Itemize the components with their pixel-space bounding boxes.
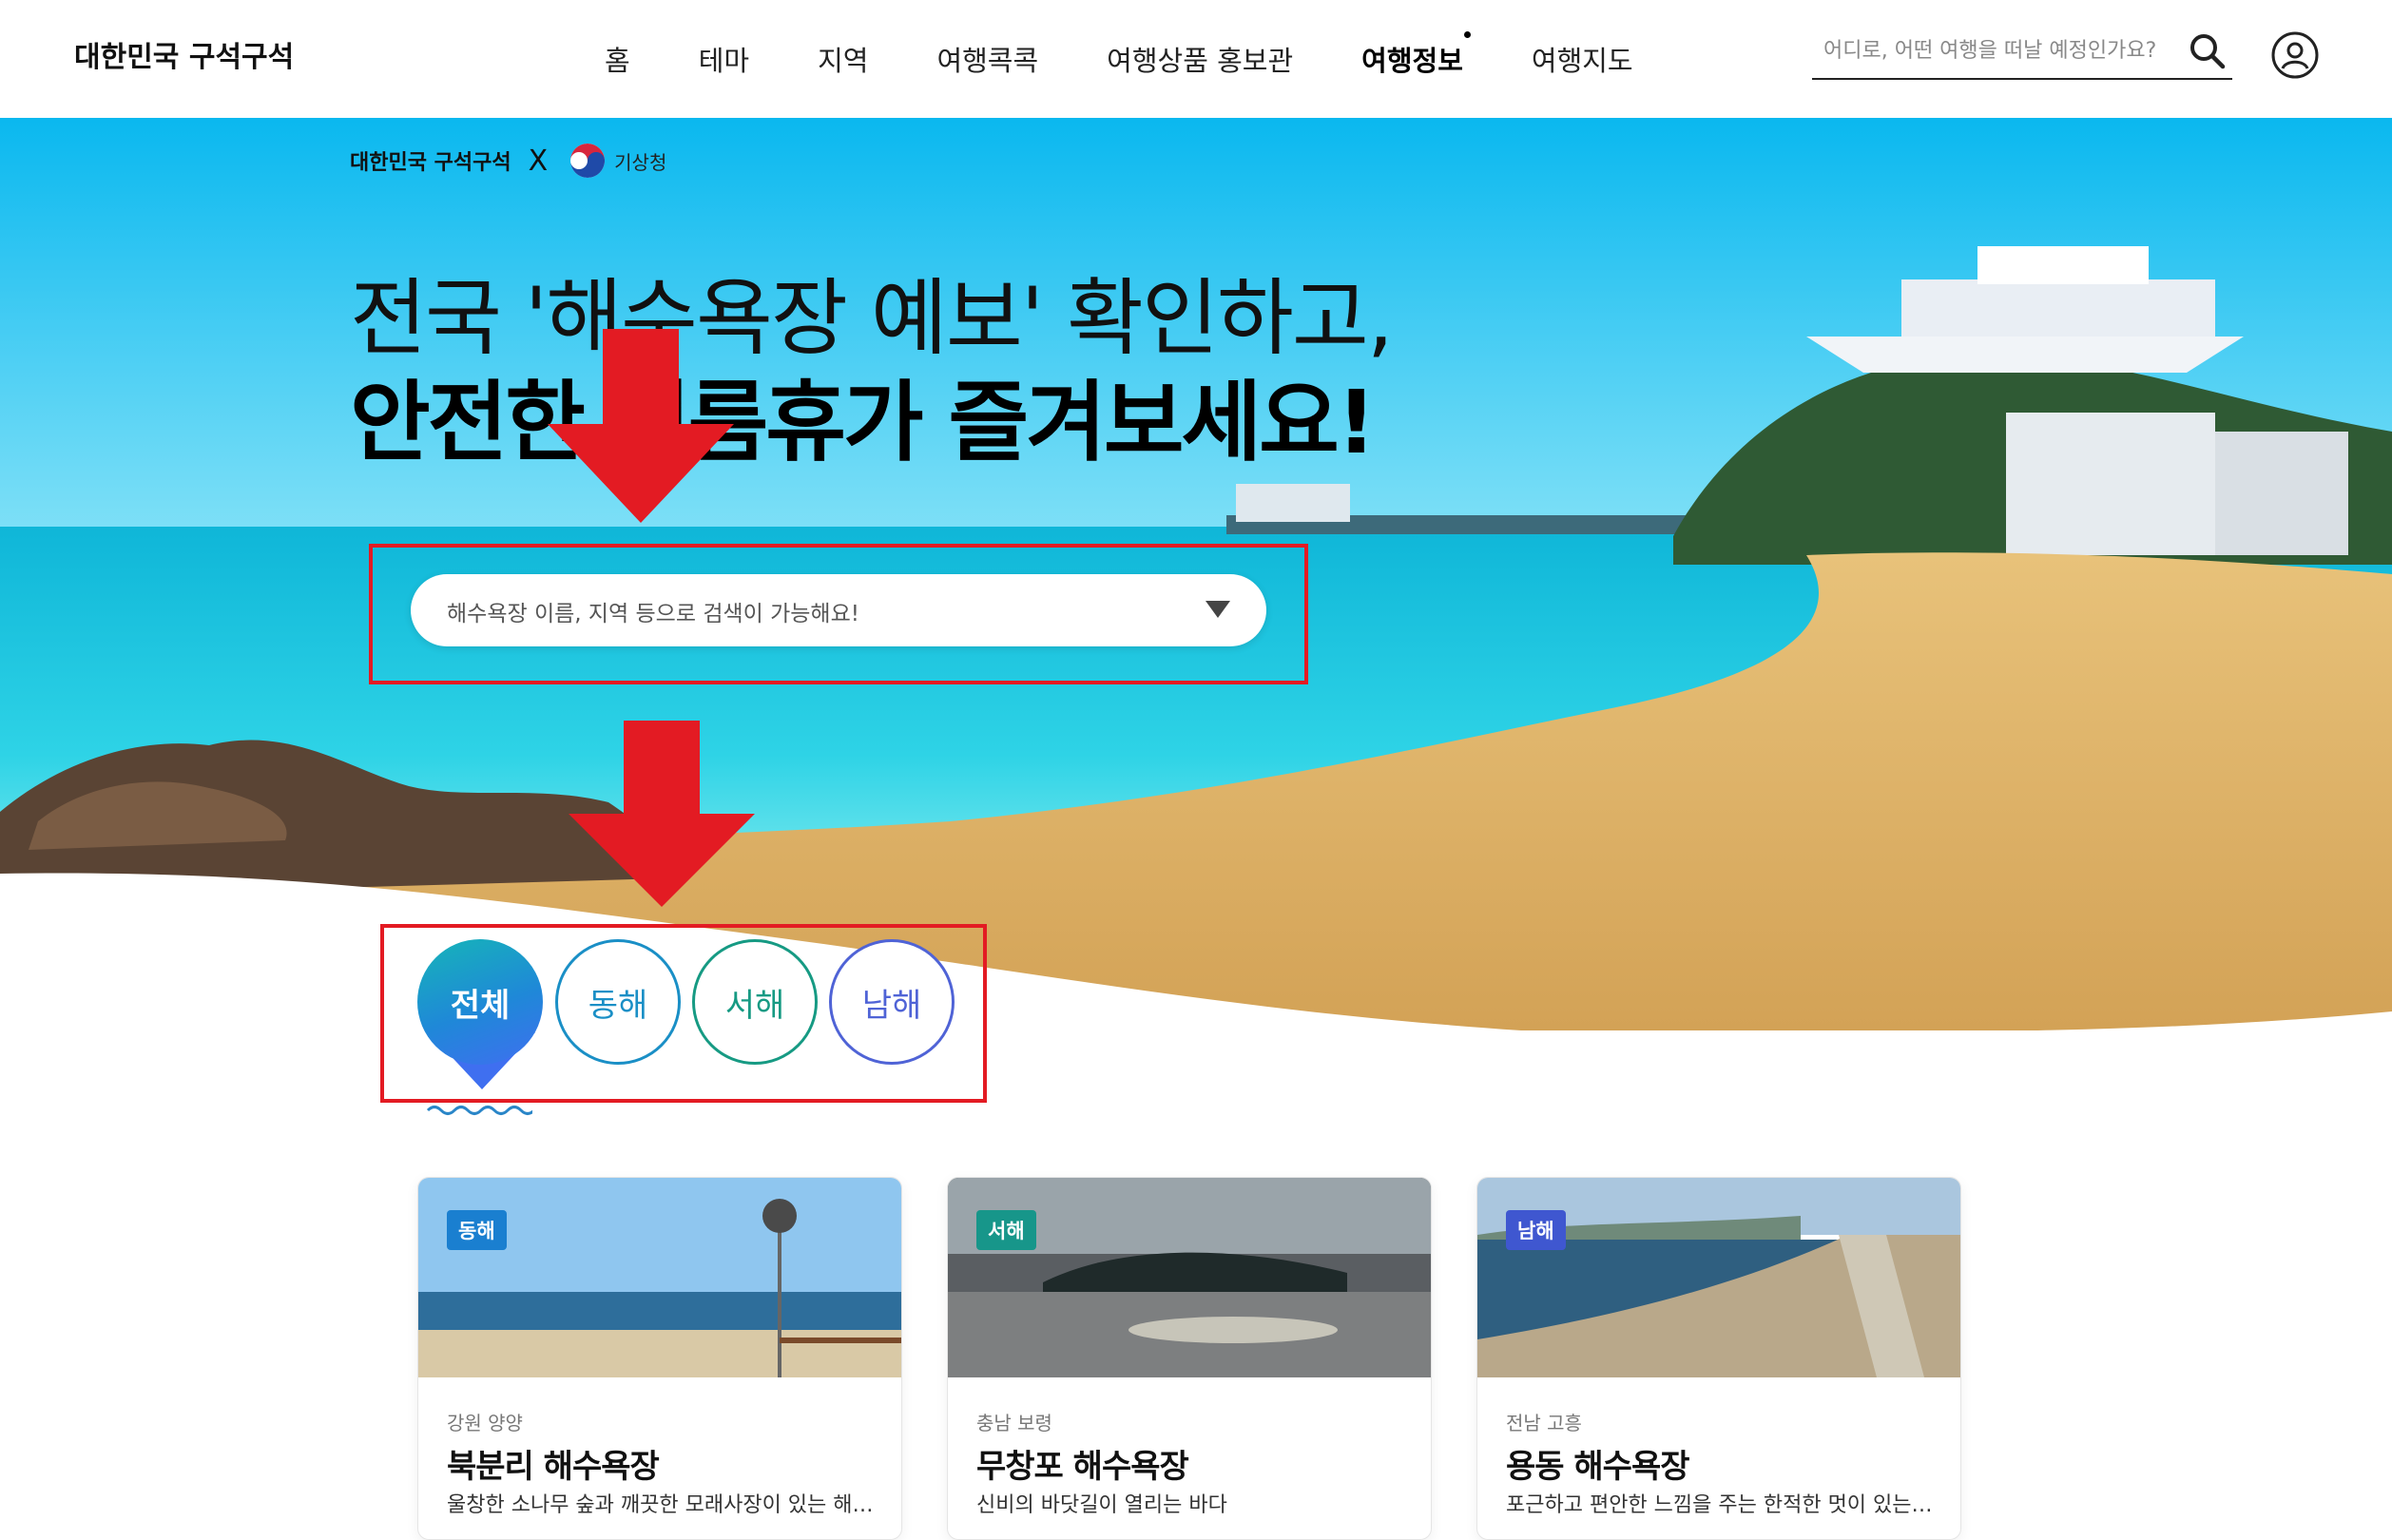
collab-partner-name: 기상청: [614, 150, 667, 174]
card-region: 충남 보령: [976, 1412, 1052, 1434]
nav-item-region[interactable]: 지역: [783, 39, 902, 79]
filter-chip-south-sea[interactable]: 남해: [829, 939, 955, 1065]
annotation-arrow-down-icon: [569, 721, 755, 907]
card-title: 용동 해수욕장: [1506, 1448, 1690, 1486]
annotation-arrow-down-icon: [548, 329, 734, 523]
filter-chip-east-sea[interactable]: 동해: [555, 939, 681, 1065]
kma-emblem-icon: [570, 144, 606, 178]
collab-separator: X: [528, 144, 549, 178]
collab-brand-logo: 대한민국 구석구석: [350, 151, 511, 175]
logo-text: 대한민국 구석구석: [74, 41, 294, 74]
card-badge: 남해: [1506, 1210, 1566, 1250]
nav-item-theme[interactable]: 테마: [665, 39, 783, 79]
logo-mark-icon: 대한민국 구석구석: [74, 41, 294, 74]
nav-item-travel-pick[interactable]: 여행콕콕: [902, 39, 1072, 79]
filter-chip-west-sea[interactable]: 서해: [692, 939, 818, 1065]
site-logo[interactable]: 대한민국 구석구석: [74, 29, 376, 86]
nav-item-travel-map[interactable]: 여행지도: [1497, 39, 1668, 79]
collaboration-logos: 대한민국 구석구석 X 기상청: [350, 139, 666, 183]
beach-card[interactable]: 동해 강원 양양 북분리 해수욕장 울창한 소나무 숲과 깨끗한 모래사장이 있…: [417, 1177, 902, 1540]
user-icon[interactable]: [2270, 30, 2320, 80]
beach-card[interactable]: 서해 충남 보령 무창포 해수욕장 신비의 바닷길이 열리는 바다: [947, 1177, 1432, 1540]
beach-photo-east: [418, 1178, 901, 1377]
card-description: 포근하고 편안한 느낌을 주는 한적한 멋이 있는 해수욕장: [1506, 1493, 1934, 1517]
selected-wave-underline-icon: [426, 1106, 532, 1115]
beach-photo-south: [1477, 1178, 1960, 1377]
beach-photo-west: [948, 1178, 1431, 1377]
header-search: [1812, 25, 2232, 80]
card-description: 울창한 소나무 숲과 깨끗한 모래사장이 있는 해수욕장: [447, 1493, 875, 1517]
filter-chip-all[interactable]: 전체: [417, 939, 543, 1065]
beach-search-placeholder: 해수욕장 이름, 지역 등으로 검색이 가능해요!: [447, 602, 859, 626]
card-badge: 서해: [976, 1210, 1036, 1250]
search-icon[interactable]: [2187, 30, 2228, 72]
nav-item-home[interactable]: 홈: [570, 39, 665, 79]
hero-headline-line2: 안전한 여름휴가 즐겨보세요!: [350, 372, 1377, 473]
card-title: 무창포 해수욕장: [976, 1448, 1189, 1486]
site-header: 대한민국 구석구석 홈 테마 지역 여행콕콕 여행상품 홍보관 여행정보 여행지…: [0, 0, 2392, 118]
main-nav: 홈 테마 지역 여행콕콕 여행상품 홍보관 여행정보 여행지도: [570, 0, 1668, 118]
beach-card[interactable]: 남해 전남 고흥 용동 해수욕장 포근하고 편안한 느낌을 주는 한적한 멋이 …: [1476, 1177, 1961, 1540]
card-badge: 동해: [447, 1210, 507, 1250]
card-description: 신비의 바닷길이 열리는 바다: [976, 1493, 1227, 1517]
card-region: 강원 양양: [447, 1412, 523, 1434]
beach-search-select[interactable]: 해수욕장 이름, 지역 등으로 검색이 가능해요!: [411, 574, 1266, 646]
card-region: 전남 고흥: [1506, 1412, 1582, 1434]
dropdown-triangle-icon[interactable]: [1206, 601, 1230, 620]
nav-item-travel-info[interactable]: 여행정보: [1327, 31, 1497, 79]
nav-item-travel-products[interactable]: 여행상품 홍보관: [1072, 39, 1327, 79]
card-title: 북분리 해수욕장: [447, 1448, 660, 1486]
search-input[interactable]: [1822, 30, 2168, 70]
